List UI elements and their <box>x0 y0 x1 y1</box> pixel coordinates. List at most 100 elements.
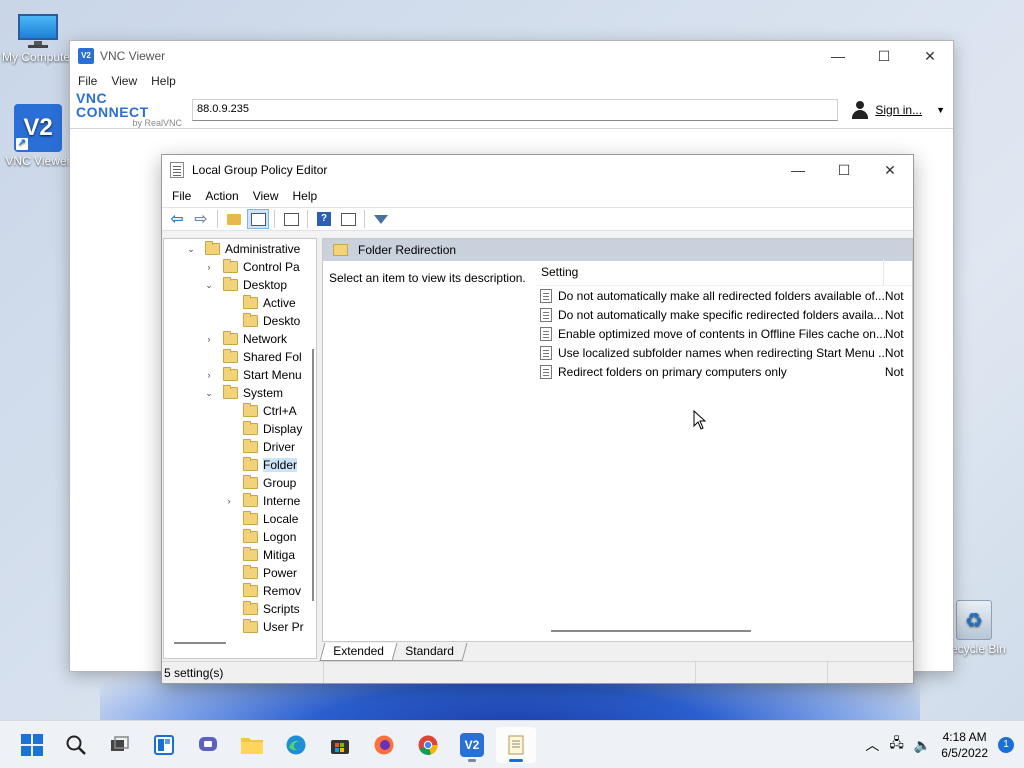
gpe-menu-file[interactable]: File <box>172 189 191 203</box>
tree-item[interactable]: › Start Menu <box>204 366 302 384</box>
vnc-menu-view[interactable]: View <box>111 74 145 88</box>
extended-view-button[interactable] <box>337 209 359 229</box>
tree-item[interactable]: Scripts <box>224 600 300 618</box>
vnc-menu-help[interactable]: Help <box>151 74 184 88</box>
group-policy-editor-window: Local Group Policy Editor — ☐ ✕ File Act… <box>161 154 914 684</box>
vnc-minimize-button[interactable]: — <box>815 41 861 71</box>
console-tree[interactable]: ⌄ Administrative › Control Pa ⌄ Desktop Active… <box>163 238 317 659</box>
policy-setting-icon <box>540 345 552 360</box>
start-button[interactable] <box>12 727 52 763</box>
volume-icon[interactable]: 🔈 <box>914 737 931 754</box>
chevron-down-icon[interactable]: ⌄ <box>186 244 196 255</box>
chevron-down-icon[interactable]: ⌄ <box>204 280 214 291</box>
gpe-menu-view[interactable]: View <box>253 189 279 203</box>
tree-item[interactable]: Ctrl+A <box>224 402 297 420</box>
tree-item[interactable]: › Control Pa <box>204 258 300 276</box>
chat-button[interactable] <box>188 727 228 763</box>
user-icon <box>851 100 869 119</box>
tree-item[interactable]: Locale <box>224 510 298 528</box>
tree-item[interactable]: › Network <box>204 330 287 348</box>
tree-horizontal-scrollbar[interactable] <box>174 642 226 644</box>
tree-item[interactable]: Shared Fol <box>204 348 302 366</box>
tree-item[interactable]: Mitiga <box>224 546 295 564</box>
console-tree-icon <box>250 212 266 226</box>
chevron-right-icon[interactable]: › <box>204 370 214 380</box>
desktop-icon-my-computer[interactable]: My Computer <box>0 12 76 64</box>
notification-badge[interactable]: 1 <box>998 737 1014 753</box>
tree-item[interactable]: › Interne <box>224 492 300 510</box>
vnc-address-input[interactable]: 88.0.9.235 <box>192 98 838 121</box>
chevron-up-icon[interactable]: ︿ <box>865 735 879 755</box>
chrome-button[interactable] <box>408 727 448 763</box>
firefox-button[interactable] <box>364 727 404 763</box>
vnc-sign-in-button[interactable]: Sign in... ▼ <box>851 100 945 119</box>
clock-time: 4:18 AM <box>942 730 987 744</box>
tree-item[interactable]: ⌄ Desktop <box>204 276 287 294</box>
gpe-minimize-button[interactable]: — <box>775 155 821 185</box>
chevron-right-icon[interactable]: › <box>204 262 214 272</box>
show-hide-console-tree-button[interactable] <box>247 209 269 229</box>
tree-item-label: Start Menu <box>243 368 302 382</box>
desktop-icon-vnc-viewer[interactable]: V2 ↗ VNC Viewer <box>0 104 76 168</box>
vnc-menu-file[interactable]: File <box>78 74 105 88</box>
tab-extended[interactable]: Extended <box>319 643 398 661</box>
gpe-close-button[interactable]: ✕ <box>867 155 913 185</box>
tree-item[interactable]: Deskto <box>224 312 300 330</box>
vnc-address-bar: VNC CONNECT by RealVNC 88.0.9.235 Sign i… <box>70 91 953 129</box>
export-list-button[interactable] <box>280 209 302 229</box>
help-button[interactable]: ? <box>313 209 335 229</box>
gpe-menu-help[interactable]: Help <box>293 189 318 203</box>
up-one-level-button[interactable] <box>223 209 245 229</box>
gpe-menu-action[interactable]: Action <box>205 189 238 203</box>
tree-item[interactable]: ⌄ Administrative <box>186 240 300 258</box>
tree-item[interactable]: Driver <box>224 438 295 456</box>
table-row[interactable]: Redirect folders on primary computers on… <box>537 362 912 381</box>
tree-item[interactable]: Logon <box>224 528 296 546</box>
search-icon <box>66 735 86 755</box>
arrow-left-icon: ⇦ <box>170 211 184 228</box>
tree-item[interactable]: ⌄ System <box>204 384 283 402</box>
gpe-title-bar[interactable]: Local Group Policy Editor — ☐ ✕ <box>162 155 913 185</box>
tree-item[interactable]: Folder <box>224 456 298 474</box>
widgets-button[interactable] <box>144 727 184 763</box>
chevron-right-icon[interactable]: › <box>224 496 234 506</box>
search-button[interactable] <box>56 727 96 763</box>
clock[interactable]: 4:18 AM 6/5/2022 <box>941 729 988 761</box>
vnc-close-button[interactable]: ✕ <box>907 41 953 71</box>
vnc-viewer-taskbar-button[interactable]: V2 <box>452 727 492 763</box>
tree-item-label: System <box>243 386 284 400</box>
tree-item[interactable]: Remov <box>224 582 301 600</box>
tab-standard[interactable]: Standard <box>391 643 467 661</box>
table-row[interactable]: Do not automatically make specific redir… <box>537 305 912 324</box>
settings-column-header: Setting <box>537 259 912 286</box>
network-icon[interactable]: 🖧 <box>889 734 904 756</box>
tree-item[interactable]: User Pr <box>224 618 304 636</box>
toolbar-divider <box>307 210 308 228</box>
chevron-right-icon[interactable]: › <box>204 334 214 344</box>
tree-item-label: Shared Fol <box>243 350 302 364</box>
vnc-title-bar[interactable]: V2 VNC Viewer — ☐ ✕ <box>70 41 953 71</box>
filter-button[interactable] <box>370 209 392 229</box>
tree-item[interactable]: Active <box>224 294 296 312</box>
table-row[interactable]: Use localized subfolder names when redir… <box>537 343 912 362</box>
tree-vertical-scrollbar[interactable] <box>312 349 314 601</box>
forward-button[interactable]: ⇨ <box>190 209 212 229</box>
desktop-icon-label: My Computer <box>1 50 75 64</box>
vnc-maximize-button[interactable]: ☐ <box>861 41 907 71</box>
column-header-setting[interactable]: Setting <box>537 259 884 285</box>
chevron-down-icon[interactable]: ⌄ <box>204 388 214 399</box>
tree-item[interactable]: Group <box>224 474 296 492</box>
gpe-maximize-button[interactable]: ☐ <box>821 155 867 185</box>
policy-editor-taskbar-button[interactable] <box>496 727 536 763</box>
tree-item[interactable]: Display <box>224 420 302 438</box>
edge-button[interactable] <box>276 727 316 763</box>
back-button[interactable]: ⇦ <box>166 209 188 229</box>
setting-name: Enable optimized move of contents in Off… <box>558 326 885 341</box>
details-horizontal-scrollbar[interactable] <box>551 630 751 632</box>
task-view-button[interactable] <box>100 727 140 763</box>
tree-item[interactable]: Power <box>224 564 297 582</box>
file-explorer-button[interactable] <box>232 727 272 763</box>
table-row[interactable]: Do not automatically make all redirected… <box>537 286 912 305</box>
table-row[interactable]: Enable optimized move of contents in Off… <box>537 324 912 343</box>
store-button[interactable] <box>320 727 360 763</box>
